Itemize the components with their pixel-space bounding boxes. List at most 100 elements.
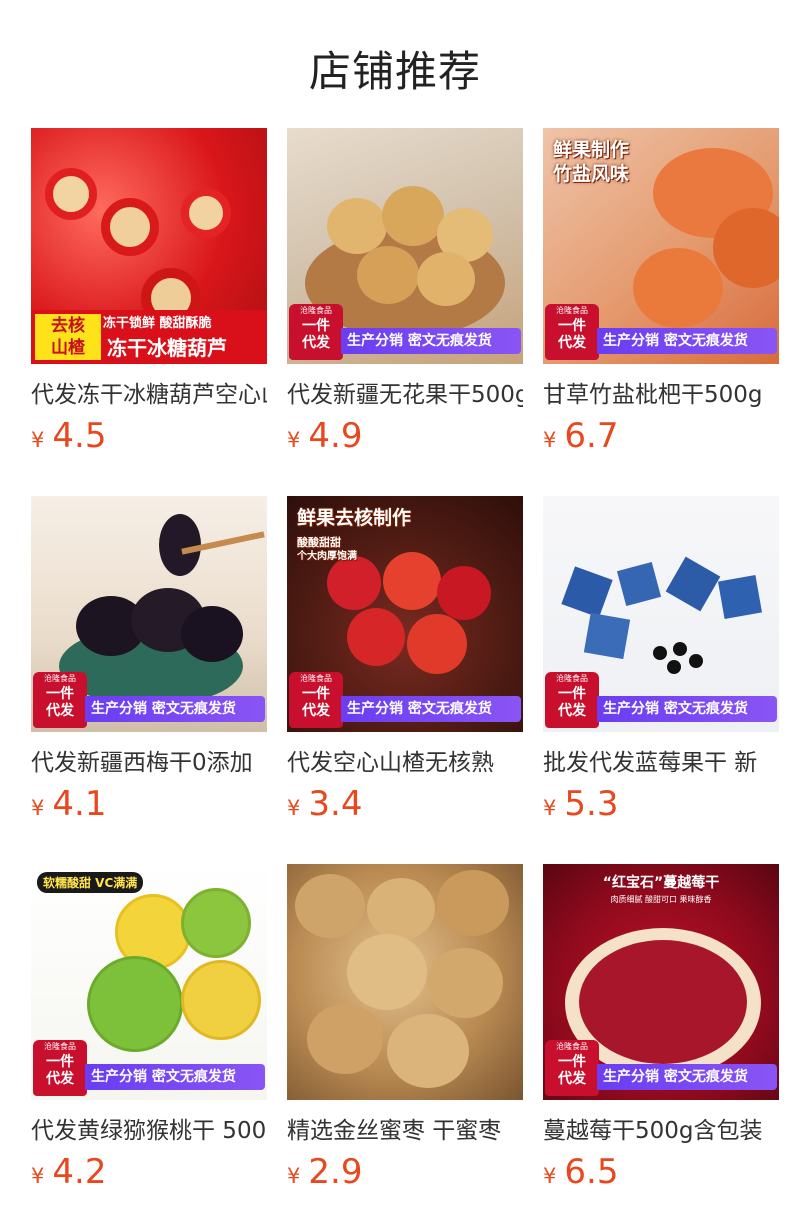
packet-shape xyxy=(583,612,631,660)
service-banner: 生产分销 密文无痕发货 xyxy=(341,328,521,354)
price-value: 4.2 xyxy=(52,1152,107,1192)
product-price: ¥2.9 xyxy=(287,1152,523,1192)
product-card[interactable]: 鲜果去核制作 酸酸甜甜 个大肉厚饱满 沧隆食品 一件 代发 生产分销 密文无痕发… xyxy=(287,496,523,864)
badge-line: 代发 xyxy=(558,703,586,719)
date-shape xyxy=(307,1004,383,1074)
badge-line: 一件 xyxy=(558,686,586,702)
product-name[interactable]: 代发黄绿猕猴桃干 500g xyxy=(31,1116,267,1146)
product-image[interactable]: “红宝石”蔓越莓干 肉质细腻 酸甜可口 果味醇香 沧隆食品 一件 代发 生产分销… xyxy=(543,864,779,1100)
image-headline: 鲜果制作 竹盐风味 xyxy=(553,138,629,186)
dropship-sticker: 沧隆食品 一件 代发 生产分销 密文无痕发货 xyxy=(31,672,267,728)
badge-line: 代发 xyxy=(46,1071,74,1087)
product-name[interactable]: 代发新疆无花果干500g xyxy=(287,380,523,410)
hawthorn-shape xyxy=(45,168,97,220)
hawthorn-shape xyxy=(347,608,405,666)
loquat-shape xyxy=(713,208,779,288)
product-price: ¥4.2 xyxy=(31,1152,267,1192)
product-card[interactable]: 去核 山楂 冻干锁鲜 酸甜酥脆 冻干冰糖葫芦 代发冻干冰糖葫芦空心山楂 ¥4.5 xyxy=(31,128,267,496)
badge-line: 代发 xyxy=(302,335,330,351)
product-card[interactable]: 精选金丝蜜枣 干蜜枣 ¥2.9 xyxy=(287,864,523,1232)
service-banner: 生产分销 密文无痕发货 xyxy=(341,696,521,722)
fig-shape xyxy=(327,198,387,254)
brand-label: 沧隆食品 xyxy=(44,674,76,683)
date-shape xyxy=(437,870,509,936)
badge-line: 一件 xyxy=(558,1054,586,1070)
kiwi-slice-shape xyxy=(181,888,251,958)
brand-label: 沧隆食品 xyxy=(556,674,588,683)
badge-line: 一件 xyxy=(46,1054,74,1070)
fig-shape xyxy=(417,252,475,306)
berry-shape xyxy=(689,654,703,668)
badge-line: 一件 xyxy=(558,318,586,334)
product-card[interactable]: 鲜果制作 竹盐风味 沧隆食品 一件 代发 生产分销 密文无痕发货 甘草竹盐枇杷干… xyxy=(543,128,779,496)
dropship-badge: 沧隆食品 一件 代发 xyxy=(33,1040,87,1096)
product-price: ¥5.3 xyxy=(543,784,779,824)
section-title: 店铺推荐 xyxy=(308,47,481,96)
price-value: 5.3 xyxy=(564,784,619,824)
product-image[interactable]: 去核 山楂 冻干锁鲜 酸甜酥脆 冻干冰糖葫芦 xyxy=(31,128,267,364)
date-shape xyxy=(347,934,427,1010)
product-name[interactable]: 蔓越莓干500g含包装 xyxy=(543,1116,779,1146)
hawthorn-shape xyxy=(327,556,381,610)
price-value: 4.1 xyxy=(52,784,107,824)
date-shape xyxy=(387,1014,469,1088)
banner-strip: 冻干锁鲜 酸甜酥脆 xyxy=(103,316,212,331)
product-card[interactable]: 沧隆食品 一件 代发 生产分销 密文无痕发货 代发新疆无花果干500g ¥4.9 xyxy=(287,128,523,496)
product-image[interactable]: 鲜果去核制作 酸酸甜甜 个大肉厚饱满 沧隆食品 一件 代发 生产分销 密文无痕发… xyxy=(287,496,523,732)
prune-shape xyxy=(181,606,243,662)
dropship-sticker: 沧隆食品 一件 代发 生产分销 密文无痕发货 xyxy=(287,672,523,728)
price-value: 3.4 xyxy=(308,784,363,824)
dropship-sticker: 沧隆食品 一件 代发 生产分销 密文无痕发货 xyxy=(31,1040,267,1096)
dropship-badge: 沧隆食品 一件 代发 xyxy=(545,1040,599,1096)
product-card[interactable]: 沧隆食品 一件 代发 生产分销 密文无痕发货 代发新疆西梅干0添加 ¥4.1 xyxy=(31,496,267,864)
product-card[interactable]: 沧隆食品 一件 代发 生产分销 密文无痕发货 批发代发蓝莓果干 新 ¥5.3 xyxy=(543,496,779,864)
packet-shape xyxy=(717,574,763,620)
hawthorn-shape xyxy=(181,188,231,238)
dropship-sticker: 沧隆食品 一件 代发 生产分销 密文无痕发货 xyxy=(543,1040,779,1096)
product-name[interactable]: 代发空心山楂无核熟 xyxy=(287,748,523,778)
product-price: ¥4.1 xyxy=(31,784,267,824)
fig-shape xyxy=(357,246,419,304)
headline-line: 竹盐风味 xyxy=(553,163,630,185)
image-headline: 鲜果去核制作 酸酸甜甜 个大肉厚饱满 xyxy=(297,506,411,564)
product-image[interactable]: 鲜果制作 竹盐风味 沧隆食品 一件 代发 生产分销 密文无痕发货 xyxy=(543,128,779,364)
dropship-sticker: 沧隆食品 一件 代发 生产分销 密文无痕发货 xyxy=(543,304,779,360)
product-card[interactable]: “红宝石”蔓越莓干 肉质细腻 酸甜可口 果味醇香 沧隆食品 一件 代发 生产分销… xyxy=(543,864,779,1232)
store-recommendations-page: 店铺推荐 去核 山楂 冻干锁鲜 酸甜酥脆 冻干冰糖葫芦 代发冻干冰糖葫芦空心山楂 xyxy=(0,0,790,1232)
product-image[interactable]: 沧隆食品 一件 代发 生产分销 密文无痕发货 xyxy=(31,496,267,732)
product-grid: 去核 山楂 冻干锁鲜 酸甜酥脆 冻干冰糖葫芦 代发冻干冰糖葫芦空心山楂 ¥4.5 xyxy=(31,128,781,1232)
product-image[interactable]: 沧隆食品 一件 代发 生产分销 密文无痕发货 xyxy=(543,496,779,732)
date-shape xyxy=(367,878,435,940)
badge-line: 一件 xyxy=(302,686,330,702)
service-banner: 生产分销 密文无痕发货 xyxy=(597,1064,777,1090)
product-name[interactable]: 甘草竹盐枇杷干500g xyxy=(543,380,779,410)
berry-shape xyxy=(673,642,687,656)
product-image[interactable]: 沧隆食品 一件 代发 生产分销 密文无痕发货 xyxy=(287,128,523,364)
price-value: 4.9 xyxy=(308,416,363,456)
banner-tag-line: 山楂 xyxy=(51,338,85,358)
headline-line: 酸酸甜甜 xyxy=(297,536,341,549)
date-shape xyxy=(295,874,365,938)
badge-line: 代发 xyxy=(558,335,586,351)
currency-symbol: ¥ xyxy=(287,1164,301,1188)
product-card[interactable]: 软糯酸甜 VC满满 沧隆食品 一件 代发 生产分销 密文无痕发货 代发黄绿猕猴桃… xyxy=(31,864,267,1232)
product-image[interactable]: 软糯酸甜 VC满满 沧隆食品 一件 代发 生产分销 密文无痕发货 xyxy=(31,864,267,1100)
kiwi-slice-shape xyxy=(181,960,261,1040)
product-name[interactable]: 批发代发蓝莓果干 新 xyxy=(543,748,779,778)
brand-label: 沧隆食品 xyxy=(556,1042,588,1051)
product-image[interactable] xyxy=(287,864,523,1100)
badge-line: 代发 xyxy=(46,703,74,719)
service-banner: 生产分销 密文无痕发货 xyxy=(597,328,777,354)
packet-shape xyxy=(665,556,721,612)
dropship-badge: 沧隆食品 一件 代发 xyxy=(289,304,343,360)
brand-label: 沧隆食品 xyxy=(300,674,332,683)
hawthorn-shape xyxy=(101,198,159,256)
dropship-sticker: 沧隆食品 一件 代发 生产分销 密文无痕发货 xyxy=(543,672,779,728)
product-name[interactable]: 精选金丝蜜枣 干蜜枣 xyxy=(287,1116,523,1146)
product-name[interactable]: 代发新疆西梅干0添加 xyxy=(31,748,267,778)
dropship-sticker: 沧隆食品 一件 代发 生产分销 密文无痕发货 xyxy=(287,304,523,360)
product-price: ¥4.9 xyxy=(287,416,523,456)
product-name[interactable]: 代发冻干冰糖葫芦空心山楂 xyxy=(31,380,267,410)
service-banner: 生产分销 密文无痕发货 xyxy=(85,1064,265,1090)
product-price: ¥6.7 xyxy=(543,416,779,456)
